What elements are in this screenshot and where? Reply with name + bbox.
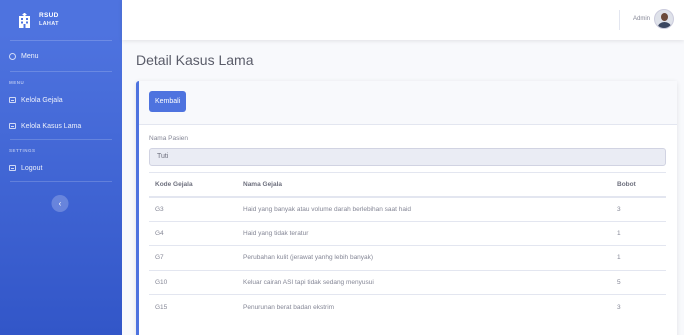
topbar: Admin: [122, 0, 684, 40]
sidebar: RSUD LAHAT Menu MENU Kelola Gejala Kelol…: [0, 0, 122, 335]
column-header-nama: Nama Gejala: [243, 172, 613, 198]
chevron-left-icon: ‹: [58, 199, 62, 208]
cell-kode: G7: [149, 245, 243, 270]
table-icon: [9, 123, 16, 129]
card-body: Nama Pasien Tuti Kode Gejala Nama Gejala…: [139, 125, 677, 319]
table-row: G7 Perubahan kulit (jerawat yanhg lebih …: [149, 245, 666, 270]
sidebar-toggle-button[interactable]: ‹: [51, 195, 69, 212]
column-header-kode: Kode Gejala: [149, 172, 243, 198]
detail-card: Kembali Nama Pasien Tuti Kode Gejala Nam…: [136, 81, 677, 335]
cell-nama: Keluar cairan ASI tapi tidak sedang meny…: [243, 269, 613, 295]
table-icon: [9, 165, 16, 171]
cell-bobot: 1: [613, 245, 666, 270]
back-button[interactable]: Kembali: [149, 91, 187, 112]
patient-name-field: Tuti: [149, 148, 666, 166]
table-row: G10 Keluar cairan ASI tapi tidak sedang …: [149, 269, 666, 295]
patient-name-label: Nama Pasien: [149, 135, 189, 142]
cell-bobot: 1: [613, 220, 666, 246]
cell-bobot: 3: [613, 196, 666, 221]
table-icon: [9, 97, 16, 103]
sidebar-item-label: Kelola Kasus Lama: [21, 122, 82, 130]
cell-nama: Haid yang banyak atau volume darah berle…: [243, 196, 613, 221]
page-title: Detail Kasus Lama: [136, 52, 254, 68]
symptoms-table: Kode Gejala Nama Gejala Bobot G3 Haid ya…: [149, 172, 666, 319]
table-header-row: Kode Gejala Nama Gejala Bobot: [149, 172, 666, 198]
sidebar-heading-settings: SETTINGS: [9, 148, 36, 153]
sidebar-heading-menu: MENU: [9, 80, 25, 85]
cell-kode: G10: [149, 269, 243, 295]
cell-nama: Perubahan kulit (jerawat yanhg lebih ban…: [243, 245, 613, 270]
brand-subtitle: LAHAT: [39, 21, 59, 27]
table-row: G15 Penurunan berat badan ekstrim 3: [149, 294, 666, 319]
cell-nama: Penurunan berat badan ekstrim: [243, 294, 613, 319]
sidebar-item-kelola-gejala[interactable]: Kelola Gejala: [0, 87, 122, 113]
cell-nama: Haid yang tidak teratur: [243, 220, 613, 246]
avatar: [654, 9, 674, 29]
hospital-icon: [19, 12, 30, 28]
sidebar-item-menu[interactable]: Menu: [0, 41, 122, 71]
sidebar-divider: [10, 181, 112, 182]
cell-kode: G4: [149, 220, 243, 246]
cell-kode: G15: [149, 294, 243, 319]
cell-kode: G3: [149, 196, 243, 221]
cell-bobot: 5: [613, 269, 666, 295]
brand-title: RSUD: [39, 12, 59, 19]
user-name: Admin: [632, 16, 650, 22]
column-header-bobot: Bobot: [613, 172, 666, 198]
card-header: Kembali: [139, 81, 677, 125]
sidebar-item-label: Menu: [21, 52, 39, 60]
topbar-divider: [619, 10, 620, 30]
dashboard-icon: [9, 52, 16, 60]
sidebar-item-logout[interactable]: Logout: [0, 155, 122, 181]
user-dropdown[interactable]: Admin: [633, 9, 674, 29]
sidebar-item-kelola-kasus-lama[interactable]: Kelola Kasus Lama: [0, 113, 122, 139]
sidebar-item-label: Logout: [21, 164, 43, 172]
sidebar-item-label: Kelola Gejala: [21, 96, 63, 104]
brand[interactable]: RSUD LAHAT: [0, 0, 122, 40]
table-row: G3 Haid yang banyak atau volume darah be…: [149, 196, 666, 221]
table-row: G4 Haid yang tidak teratur 1: [149, 220, 666, 246]
brand-text: RSUD LAHAT: [39, 12, 59, 28]
cell-bobot: 3: [613, 294, 666, 319]
